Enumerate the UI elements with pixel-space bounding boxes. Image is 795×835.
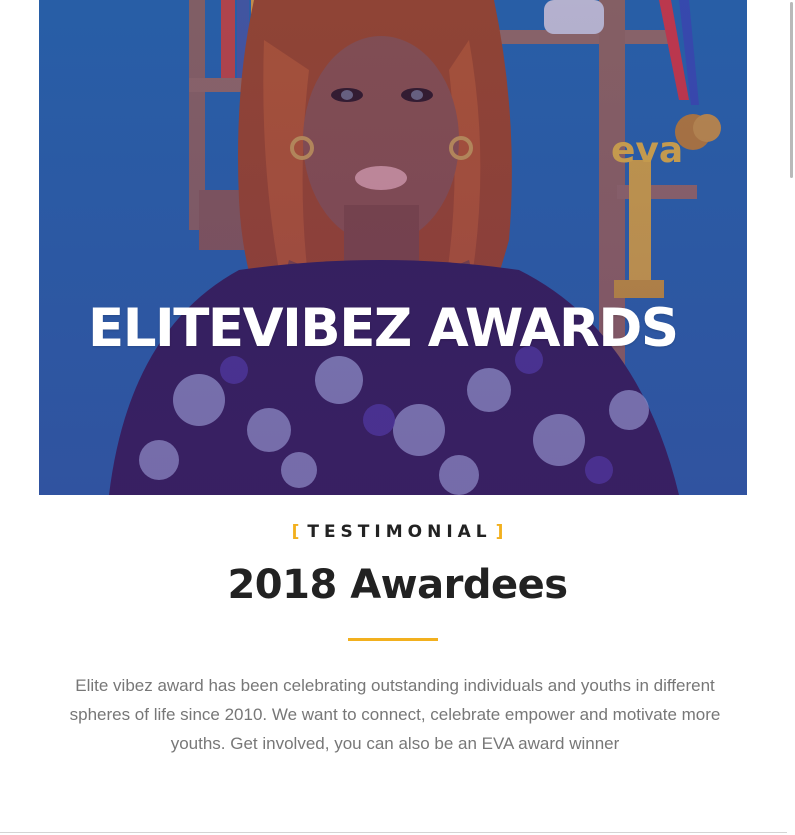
bottom-divider xyxy=(0,832,795,833)
eyebrow-open-bracket: [ xyxy=(291,522,300,542)
section-title: 2018 Awardees xyxy=(227,562,568,608)
title-divider xyxy=(348,638,438,641)
vertical-scrollbar[interactable] xyxy=(787,0,795,835)
hero-title: ELITEVIBEZ AWARDS xyxy=(88,298,679,359)
eyebrow-label: TESTIMONIAL xyxy=(307,522,492,542)
section-description: Elite vibez award has been celebrating o… xyxy=(69,676,721,753)
section-eyebrow: [ TESTIMONIAL] xyxy=(0,522,795,542)
scrollbar-thumb[interactable] xyxy=(790,2,793,178)
page: eva xyxy=(0,0,795,835)
hero-color-overlay xyxy=(39,0,747,495)
eyebrow-close-bracket: ] xyxy=(495,522,504,542)
hero-banner: eva xyxy=(39,0,747,495)
